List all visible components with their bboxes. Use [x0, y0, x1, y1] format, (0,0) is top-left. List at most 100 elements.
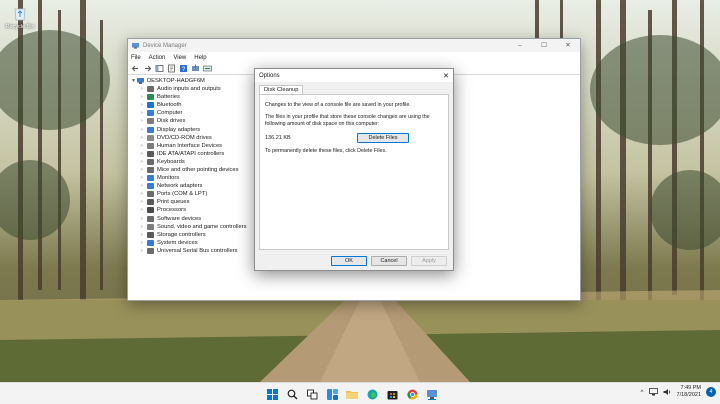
tree-item-label: Universal Serial Bus controllers: [157, 247, 238, 254]
chrome-button[interactable]: [405, 387, 419, 401]
tree-item-label: Human Interface Devices: [157, 142, 223, 149]
title-bar[interactable]: Device Manager – ☐ ✕: [128, 39, 580, 52]
tree-item-label: Computer: [157, 110, 183, 117]
apply-button[interactable]: Apply: [411, 256, 447, 266]
device-manager-icon: [132, 43, 139, 49]
menu-view[interactable]: View: [173, 55, 186, 61]
device-category-icon: [147, 191, 154, 198]
forward-arrow-icon[interactable]: [143, 64, 152, 73]
tree-root-label: DESKTOP-HADGF6M: [147, 78, 205, 84]
dialog-title-bar[interactable]: Options ✕: [255, 69, 453, 82]
recycle-bin-shortcut[interactable]: Recycle Bin: [3, 4, 37, 30]
update-driver-icon[interactable]: [191, 64, 200, 73]
windows-logo-icon: [266, 388, 278, 400]
properties-icon[interactable]: [167, 64, 176, 73]
help-icon[interactable]: ?: [179, 64, 188, 73]
dialog-close-button[interactable]: ✕: [439, 72, 453, 80]
device-category-icon: [147, 94, 154, 101]
menu-file[interactable]: File: [131, 55, 141, 61]
clock[interactable]: 7:49 PM 7/18/2021: [677, 385, 701, 399]
device-category-icon: [147, 175, 154, 182]
dialog-title: Options: [259, 72, 280, 79]
device-category-icon: [147, 134, 154, 141]
store-button[interactable]: [385, 387, 399, 401]
file-explorer-button[interactable]: [345, 387, 359, 401]
recycle-bin-label: Recycle Bin: [5, 24, 35, 30]
network-icon[interactable]: [648, 388, 658, 396]
store-icon: [387, 390, 397, 399]
back-arrow-icon[interactable]: [131, 64, 140, 73]
taskbar: ^ 7:49 PM 7/18/2021 4: [0, 382, 720, 404]
device-category-icon: [147, 239, 154, 246]
close-button[interactable]: ✕: [556, 39, 580, 52]
device-category-icon: [147, 110, 154, 117]
device-manager-taskbar-icon: [427, 389, 437, 400]
tree-item-label: Keyboards: [157, 158, 185, 165]
tree-item-label: Print queues: [157, 199, 190, 206]
tree-item-label: Ports (COM & LPT): [157, 191, 208, 198]
disk-cleanup-panel: Changes to the view of a console file ar…: [259, 94, 449, 250]
device-category-icon: [147, 102, 154, 109]
tree-item-label: Audio inputs and outputs: [157, 86, 221, 93]
files-text: The files in your profile that store the…: [265, 114, 430, 127]
tree-item-label: Sound, video and game controllers: [157, 223, 247, 230]
menu-action[interactable]: Action: [149, 55, 166, 61]
tree-item-label: DVD/CD-ROM drives: [157, 134, 212, 141]
clock-date: 7/18/2021: [676, 392, 701, 398]
tree-item-label: Display adapters: [157, 126, 201, 133]
device-category-icon: [147, 142, 154, 149]
delete-files-button[interactable]: Delete Files: [357, 133, 409, 144]
maximize-button[interactable]: ☐: [532, 39, 556, 52]
task-view-icon: [306, 389, 317, 399]
widgets-button[interactable]: [325, 387, 339, 401]
system-tray: ^ 7:49 PM 7/18/2021 4: [640, 385, 716, 399]
device-category-icon: [147, 231, 154, 238]
folder-icon: [346, 390, 358, 399]
search-button[interactable]: [285, 387, 299, 401]
intro-text: Changes to the view of a console file ar…: [265, 102, 411, 108]
cancel-button[interactable]: Cancel: [371, 256, 407, 266]
notification-badge[interactable]: 4: [706, 387, 716, 397]
tree-item-label: Software devices: [157, 215, 202, 222]
computer-icon: [137, 78, 144, 84]
show-hide-tree-icon[interactable]: [155, 64, 164, 73]
start-button[interactable]: [265, 387, 279, 401]
tree-item-label: Network adapters: [157, 183, 203, 190]
recycle-bin-icon: [11, 4, 29, 22]
tree-item-label: Processors: [157, 207, 186, 214]
scan-hardware-icon[interactable]: [203, 64, 212, 73]
window-title: Device Manager: [143, 42, 187, 49]
tree-item-label: Disk drives: [157, 118, 186, 125]
tree-item-label: Batteries: [157, 94, 180, 101]
tree-item-label: Mice and other pointing devices: [157, 166, 239, 173]
ok-button[interactable]: OK: [331, 256, 367, 266]
tray-overflow-chevron-icon[interactable]: ^: [640, 389, 643, 396]
device-category-icon: [147, 215, 154, 222]
dialog-footer: OK Cancel Apply: [255, 256, 453, 266]
device-category-icon: [147, 126, 154, 133]
device-manager-taskbar-button[interactable]: [425, 387, 439, 401]
tree-item-label: Storage controllers: [157, 231, 206, 238]
chrome-icon: [406, 389, 417, 399]
device-category-icon: [147, 118, 154, 125]
edge-button[interactable]: [365, 387, 379, 401]
taskbar-apps: [265, 387, 439, 401]
device-category-icon: [147, 199, 154, 206]
volume-icon[interactable]: [663, 388, 672, 396]
widgets-icon: [326, 388, 338, 400]
tree-item-label: System devices: [157, 239, 198, 246]
tree-item-label: IDE ATA/ATAPI controllers: [157, 150, 225, 157]
tree-item-label: Monitors: [157, 175, 180, 182]
minimize-button[interactable]: –: [508, 39, 532, 52]
options-dialog: Options ✕ Disk Cleanup Changes to the vi…: [254, 68, 454, 271]
tree-item-label: Bluetooth: [157, 102, 182, 109]
clock-time: 7:49 PM: [680, 385, 701, 391]
device-category-icon: [147, 158, 154, 165]
device-category-icon: [147, 223, 154, 230]
edge-icon: [367, 389, 377, 399]
device-category-icon: [147, 207, 154, 214]
menu-bar: File Action View Help: [128, 52, 580, 63]
menu-help[interactable]: Help: [194, 55, 206, 61]
search-icon: [287, 389, 297, 399]
task-view-button[interactable]: [305, 387, 319, 401]
